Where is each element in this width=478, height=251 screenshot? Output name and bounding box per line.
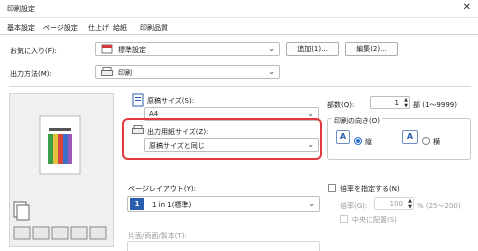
chevron-down-icon: ⌄ bbox=[307, 140, 314, 149]
chevron-down-icon: ⌄ bbox=[308, 199, 315, 208]
spin-arrows-icon[interactable]: ▲ ▼ bbox=[408, 198, 412, 210]
center-label: 中央に配置(S) bbox=[352, 216, 397, 224]
chevron-down-icon: ⌄ bbox=[268, 44, 275, 53]
page-layout-number: 1 bbox=[130, 198, 144, 210]
portrait-icon: A bbox=[336, 130, 350, 144]
output-method-label: 出力方法(M): bbox=[10, 70, 52, 78]
duplex-label: 片面/両面/製本(T): bbox=[128, 232, 187, 240]
printer-icon bbox=[101, 67, 113, 76]
spin-arrows-icon[interactable]: ▲ ▼ bbox=[404, 97, 408, 109]
preview-pane bbox=[9, 93, 114, 247]
zoom-factor-label: 倍率(G): bbox=[340, 202, 368, 210]
tab-print-quality[interactable]: 印刷品質 bbox=[140, 23, 168, 33]
output-paper-size-label: 出力用紙サイズ(Z): bbox=[147, 128, 209, 136]
tab-page-setup[interactable]: ページ設定 bbox=[43, 23, 78, 33]
zoom-checkbox[interactable] bbox=[328, 184, 336, 192]
zoom-factor-range: % (25〜200) bbox=[417, 202, 461, 210]
chevron-down-icon: ⌄ bbox=[307, 109, 314, 118]
duplex-dropdown[interactable] bbox=[127, 241, 320, 251]
portrait-radio[interactable] bbox=[354, 137, 362, 145]
output-paper-icon bbox=[132, 125, 144, 134]
landscape-icon: A bbox=[402, 130, 418, 144]
close-icon[interactable]: ✕ bbox=[463, 2, 471, 13]
page-layout-label: ページレイアウト(Y): bbox=[128, 185, 196, 193]
orientation-label: 印刷の向き(O) bbox=[332, 116, 382, 126]
favorites-value: 標準設定 bbox=[118, 46, 146, 54]
tab-basic[interactable]: 基本設定 bbox=[7, 23, 35, 33]
original-size-label: 原稿サイズ(S): bbox=[147, 97, 195, 105]
output-method-value: 印刷 bbox=[118, 69, 132, 77]
tab-finishing[interactable]: 仕上げ bbox=[88, 23, 109, 33]
copies-value: 1 bbox=[394, 99, 399, 107]
portrait-label: 縦 bbox=[365, 138, 372, 146]
zoom-label: 倍率を指定する(N) bbox=[340, 185, 400, 193]
zoom-factor-stepper[interactable]: 100 ▲ ▼ bbox=[374, 197, 414, 210]
title-bar: 印刷設定 ✕ bbox=[0, 0, 478, 18]
landscape-radio[interactable] bbox=[422, 137, 430, 145]
output-paper-size-dropdown[interactable]: 原稿サイズと同じ ⌄ bbox=[144, 138, 319, 152]
copies-range: 部 (1〜9999) bbox=[413, 101, 457, 109]
output-method-dropdown[interactable]: 印刷 ⌄ bbox=[95, 65, 280, 79]
page-layout-value: 1 in 1(標準) bbox=[152, 201, 192, 209]
tab-paper-source[interactable]: 給紙 bbox=[113, 23, 127, 33]
copies-label: 部数(Q): bbox=[327, 101, 355, 109]
favorites-label: お気に入り(F): bbox=[10, 47, 57, 55]
edit-button[interactable]: 編集(2)... bbox=[345, 42, 398, 56]
zoom-factor-value: 100 bbox=[389, 200, 403, 208]
original-size-icon bbox=[132, 93, 144, 107]
copies-stepper[interactable]: 1 ▲ ▼ bbox=[370, 96, 410, 109]
tab-bar: 基本設定 ページ設定 仕上げ 給紙 印刷品質 bbox=[0, 19, 478, 35]
original-size-value: A4 bbox=[149, 110, 159, 118]
divider bbox=[9, 86, 471, 87]
window-title: 印刷設定 bbox=[7, 5, 35, 13]
chevron-down-icon: ⌄ bbox=[268, 67, 275, 76]
output-paper-size-value: 原稿サイズと同じ bbox=[149, 142, 205, 150]
favorites-dropdown[interactable]: 標準設定 ⌄ bbox=[95, 42, 280, 56]
landscape-label: 横 bbox=[433, 138, 440, 146]
page-layout-dropdown[interactable]: 1 1 in 1(標準) ⌄ bbox=[127, 196, 320, 212]
preview-illustration bbox=[13, 115, 107, 240]
favorites-icon bbox=[101, 44, 113, 54]
center-checkbox[interactable] bbox=[340, 215, 348, 223]
add-button[interactable]: 追加(1)... bbox=[286, 42, 339, 56]
